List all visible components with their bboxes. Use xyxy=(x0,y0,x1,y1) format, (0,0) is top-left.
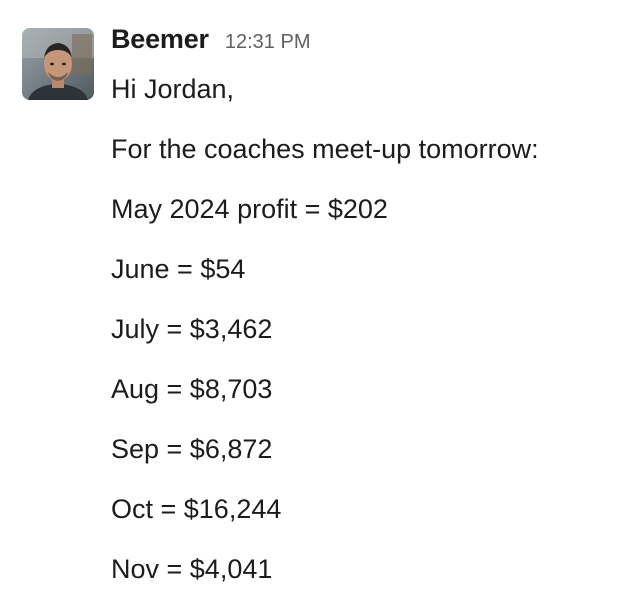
message-line-aug: Aug = $8,703 xyxy=(111,374,273,404)
user-avatar[interactable] xyxy=(22,28,94,100)
message-line-june: June = $54 xyxy=(111,254,246,284)
message-line-greeting: Hi Jordan, xyxy=(111,74,235,104)
message-line-july: July = $3,462 xyxy=(111,314,273,344)
message-line-sep: Sep = $6,872 xyxy=(111,434,273,464)
message-timestamp[interactable]: 12:31 PM xyxy=(225,31,311,54)
chat-message: Beemer 12:31 PM Hi Jordan, For the coach… xyxy=(0,0,640,598)
message-header: Beemer 12:31 PM xyxy=(111,24,310,64)
message-line-nov: Nov = $4,041 xyxy=(111,554,273,584)
user-photo-avatar-icon xyxy=(22,28,94,100)
author-name[interactable]: Beemer xyxy=(111,24,209,55)
message-line-intro: For the coaches meet-up tomorrow: xyxy=(111,134,539,164)
message-line-may: May 2024 profit = $202 xyxy=(111,194,388,224)
message-line-oct: Oct = $16,244 xyxy=(111,494,282,524)
